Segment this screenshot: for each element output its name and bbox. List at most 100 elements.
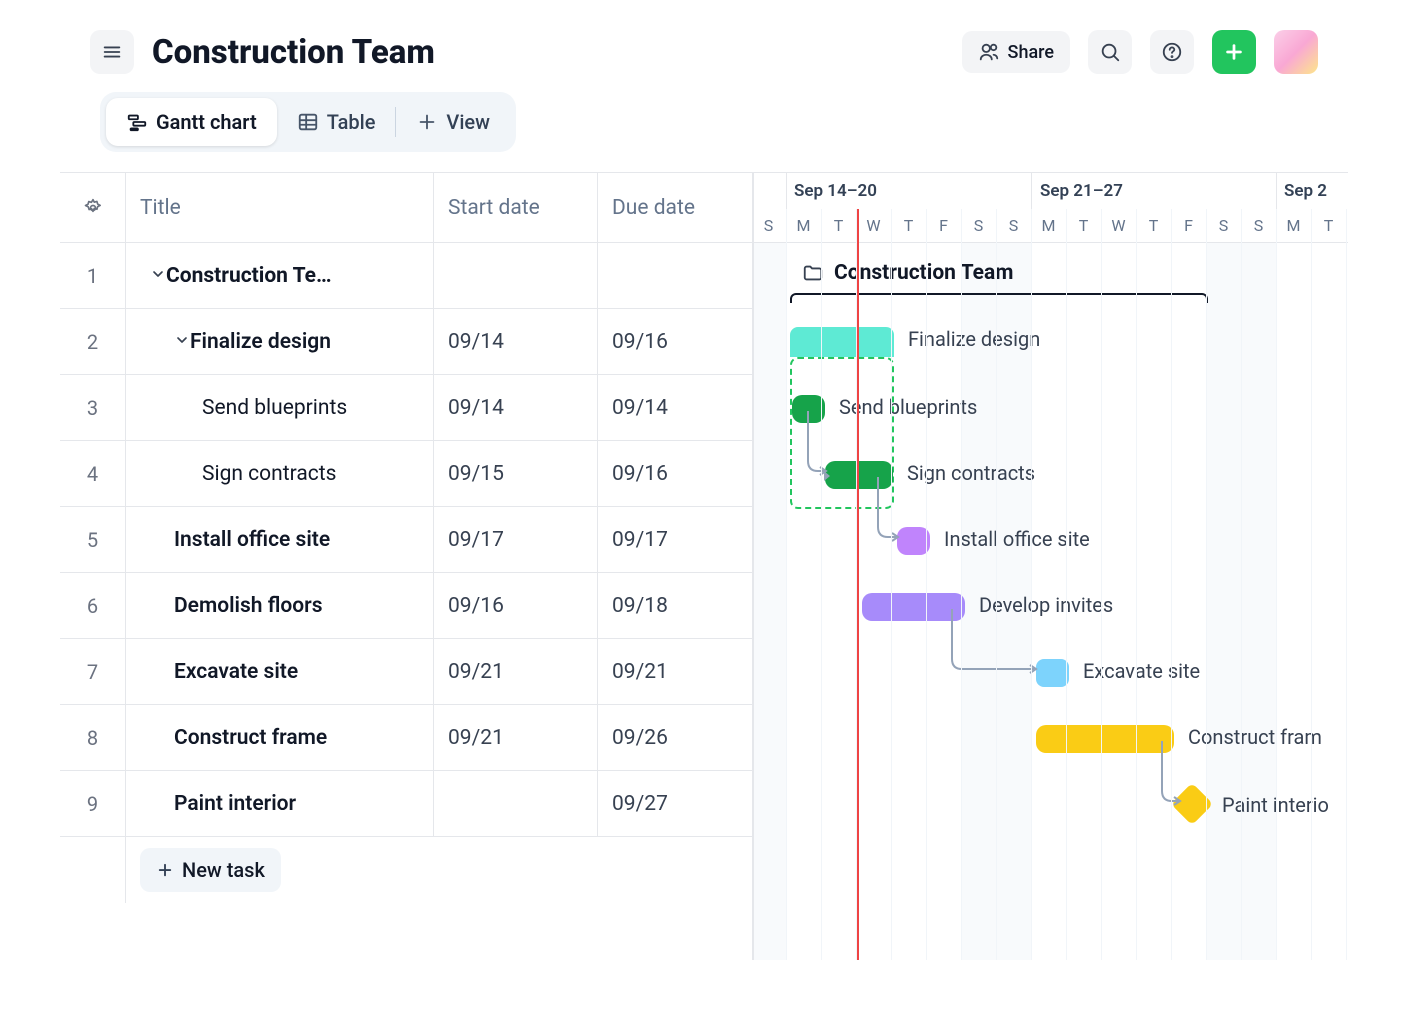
table-row[interactable]: 1Construction Te… (60, 243, 752, 309)
day-cell: T (891, 216, 926, 235)
gridline (1066, 209, 1067, 960)
col-start[interactable]: Start date (434, 173, 598, 242)
day-cell: T (1136, 216, 1171, 235)
task-due-cell[interactable]: 09/16 (598, 441, 752, 506)
tab-gantt[interactable]: Gantt chart (106, 98, 277, 146)
task-start-cell[interactable]: 09/14 (434, 375, 598, 440)
task-due-cell[interactable]: 09/27 (598, 771, 752, 836)
gantt-bar-construct[interactable]: Construct fram (1036, 725, 1174, 753)
task-due-cell[interactable]: 09/14 (598, 375, 752, 440)
row-number: 6 (60, 573, 126, 638)
task-start-cell[interactable]: 09/21 (434, 705, 598, 770)
day-cell: T (1311, 216, 1346, 235)
task-title-cell[interactable]: Install office site (126, 507, 434, 572)
gridline (1206, 209, 1207, 960)
task-due-cell[interactable]: 09/26 (598, 705, 752, 770)
gridline (926, 209, 927, 960)
day-cell: W (856, 216, 891, 235)
plus-icon (156, 861, 174, 879)
day-cell: M (1031, 216, 1066, 235)
gridline (1171, 209, 1172, 960)
chevron-down-icon[interactable] (174, 332, 190, 348)
day-cell: S (754, 216, 786, 235)
task-title: Excavate site (174, 660, 298, 684)
task-title-cell[interactable]: Excavate site (126, 639, 434, 704)
task-title-cell[interactable]: Construct frame (126, 705, 434, 770)
gantt-bar-finalize[interactable]: Finalize design (790, 327, 894, 357)
day-cell: F (926, 216, 961, 235)
week-label: Sep 14–20 (794, 181, 877, 201)
task-start-cell[interactable] (434, 771, 598, 836)
gridline (1136, 209, 1137, 960)
gantt-project-summary[interactable]: Construction Team (802, 261, 1013, 285)
task-start-cell[interactable]: 09/17 (434, 507, 598, 572)
table-row[interactable]: 5 Install office site 09/1709/17 (60, 507, 752, 573)
col-title[interactable]: Title (126, 173, 434, 242)
task-start-cell[interactable]: 09/16 (434, 573, 598, 638)
search-icon (1099, 41, 1121, 63)
add-button[interactable] (1212, 30, 1256, 74)
week-label: Sep 2 (1284, 181, 1327, 201)
gridline (996, 209, 997, 960)
tab-view-label: View (446, 110, 490, 134)
day-cell: M (786, 216, 821, 235)
task-due-cell[interactable] (598, 243, 752, 308)
gridline (1241, 209, 1242, 960)
col-due[interactable]: Due date (598, 173, 752, 242)
people-icon (978, 41, 1000, 63)
search-button[interactable] (1088, 30, 1132, 74)
table-row[interactable]: 7Excavate site09/2109/21 (60, 639, 752, 705)
row-number: 4 (60, 441, 126, 506)
day-cell: T (821, 216, 856, 235)
tab-table[interactable]: Table (277, 98, 396, 146)
task-start-cell[interactable]: 09/21 (434, 639, 598, 704)
table-row[interactable]: 8Construct frame09/2109/26 (60, 705, 752, 771)
table-row[interactable]: 4 Sign contracts 09/1509/16 (60, 441, 752, 507)
new-task-button[interactable]: New task (140, 848, 281, 892)
task-title: Construction Te… (166, 264, 332, 288)
table-row[interactable]: 9Paint interior09/27 (60, 771, 752, 837)
hamburger-icon (101, 41, 123, 63)
chevron-down-icon[interactable] (150, 266, 166, 282)
gridline (1276, 209, 1277, 960)
task-title: Demolish floors (174, 594, 323, 618)
task-title-cell[interactable]: Sign contracts (126, 441, 434, 506)
gear-icon[interactable] (83, 198, 103, 218)
day-cell: W (1101, 216, 1136, 235)
plus-icon (416, 111, 438, 133)
task-start-cell[interactable]: 09/15 (434, 441, 598, 506)
page-title: Construction Team (152, 33, 944, 72)
tab-table-label: Table (327, 110, 376, 134)
task-title-cell[interactable]: Finalize design (126, 309, 434, 374)
day-cell: S (1206, 216, 1241, 235)
row-number: 5 (60, 507, 126, 572)
task-due-cell[interactable]: 09/21 (598, 639, 752, 704)
task-due-cell[interactable]: 09/18 (598, 573, 752, 638)
task-title: Install office site (174, 528, 330, 552)
table-row[interactable]: 3Send blueprints09/1409/14 (60, 375, 752, 441)
row-number: 8 (60, 705, 126, 770)
table-row[interactable]: 6 Demolish floors 09/1609/18 (60, 573, 752, 639)
task-start-cell[interactable]: 09/14 (434, 309, 598, 374)
tab-add-view[interactable]: View (396, 98, 510, 146)
task-title: Send blueprints (202, 396, 347, 420)
share-button[interactable]: Share (962, 31, 1070, 73)
avatar[interactable] (1274, 30, 1318, 74)
task-title-cell[interactable]: Construction Te… (126, 243, 434, 308)
help-button[interactable] (1150, 30, 1194, 74)
new-task-label: New task (182, 858, 265, 882)
day-cell: S (1241, 216, 1276, 235)
task-due-cell[interactable]: 09/17 (598, 507, 752, 572)
task-title-cell[interactable]: Send blueprints (126, 375, 434, 440)
task-title-cell[interactable]: Paint interior (126, 771, 434, 836)
menu-button[interactable] (90, 30, 134, 74)
task-due-cell[interactable]: 09/16 (598, 309, 752, 374)
task-title: Sign contracts (202, 462, 336, 486)
gantt-icon (126, 111, 148, 133)
today-line (857, 209, 859, 960)
task-title-cell[interactable]: Demolish floors (126, 573, 434, 638)
task-start-cell[interactable] (434, 243, 598, 308)
gridline (1311, 209, 1312, 960)
table-row[interactable]: 2Finalize design09/1409/16 (60, 309, 752, 375)
gridline (1101, 209, 1102, 960)
